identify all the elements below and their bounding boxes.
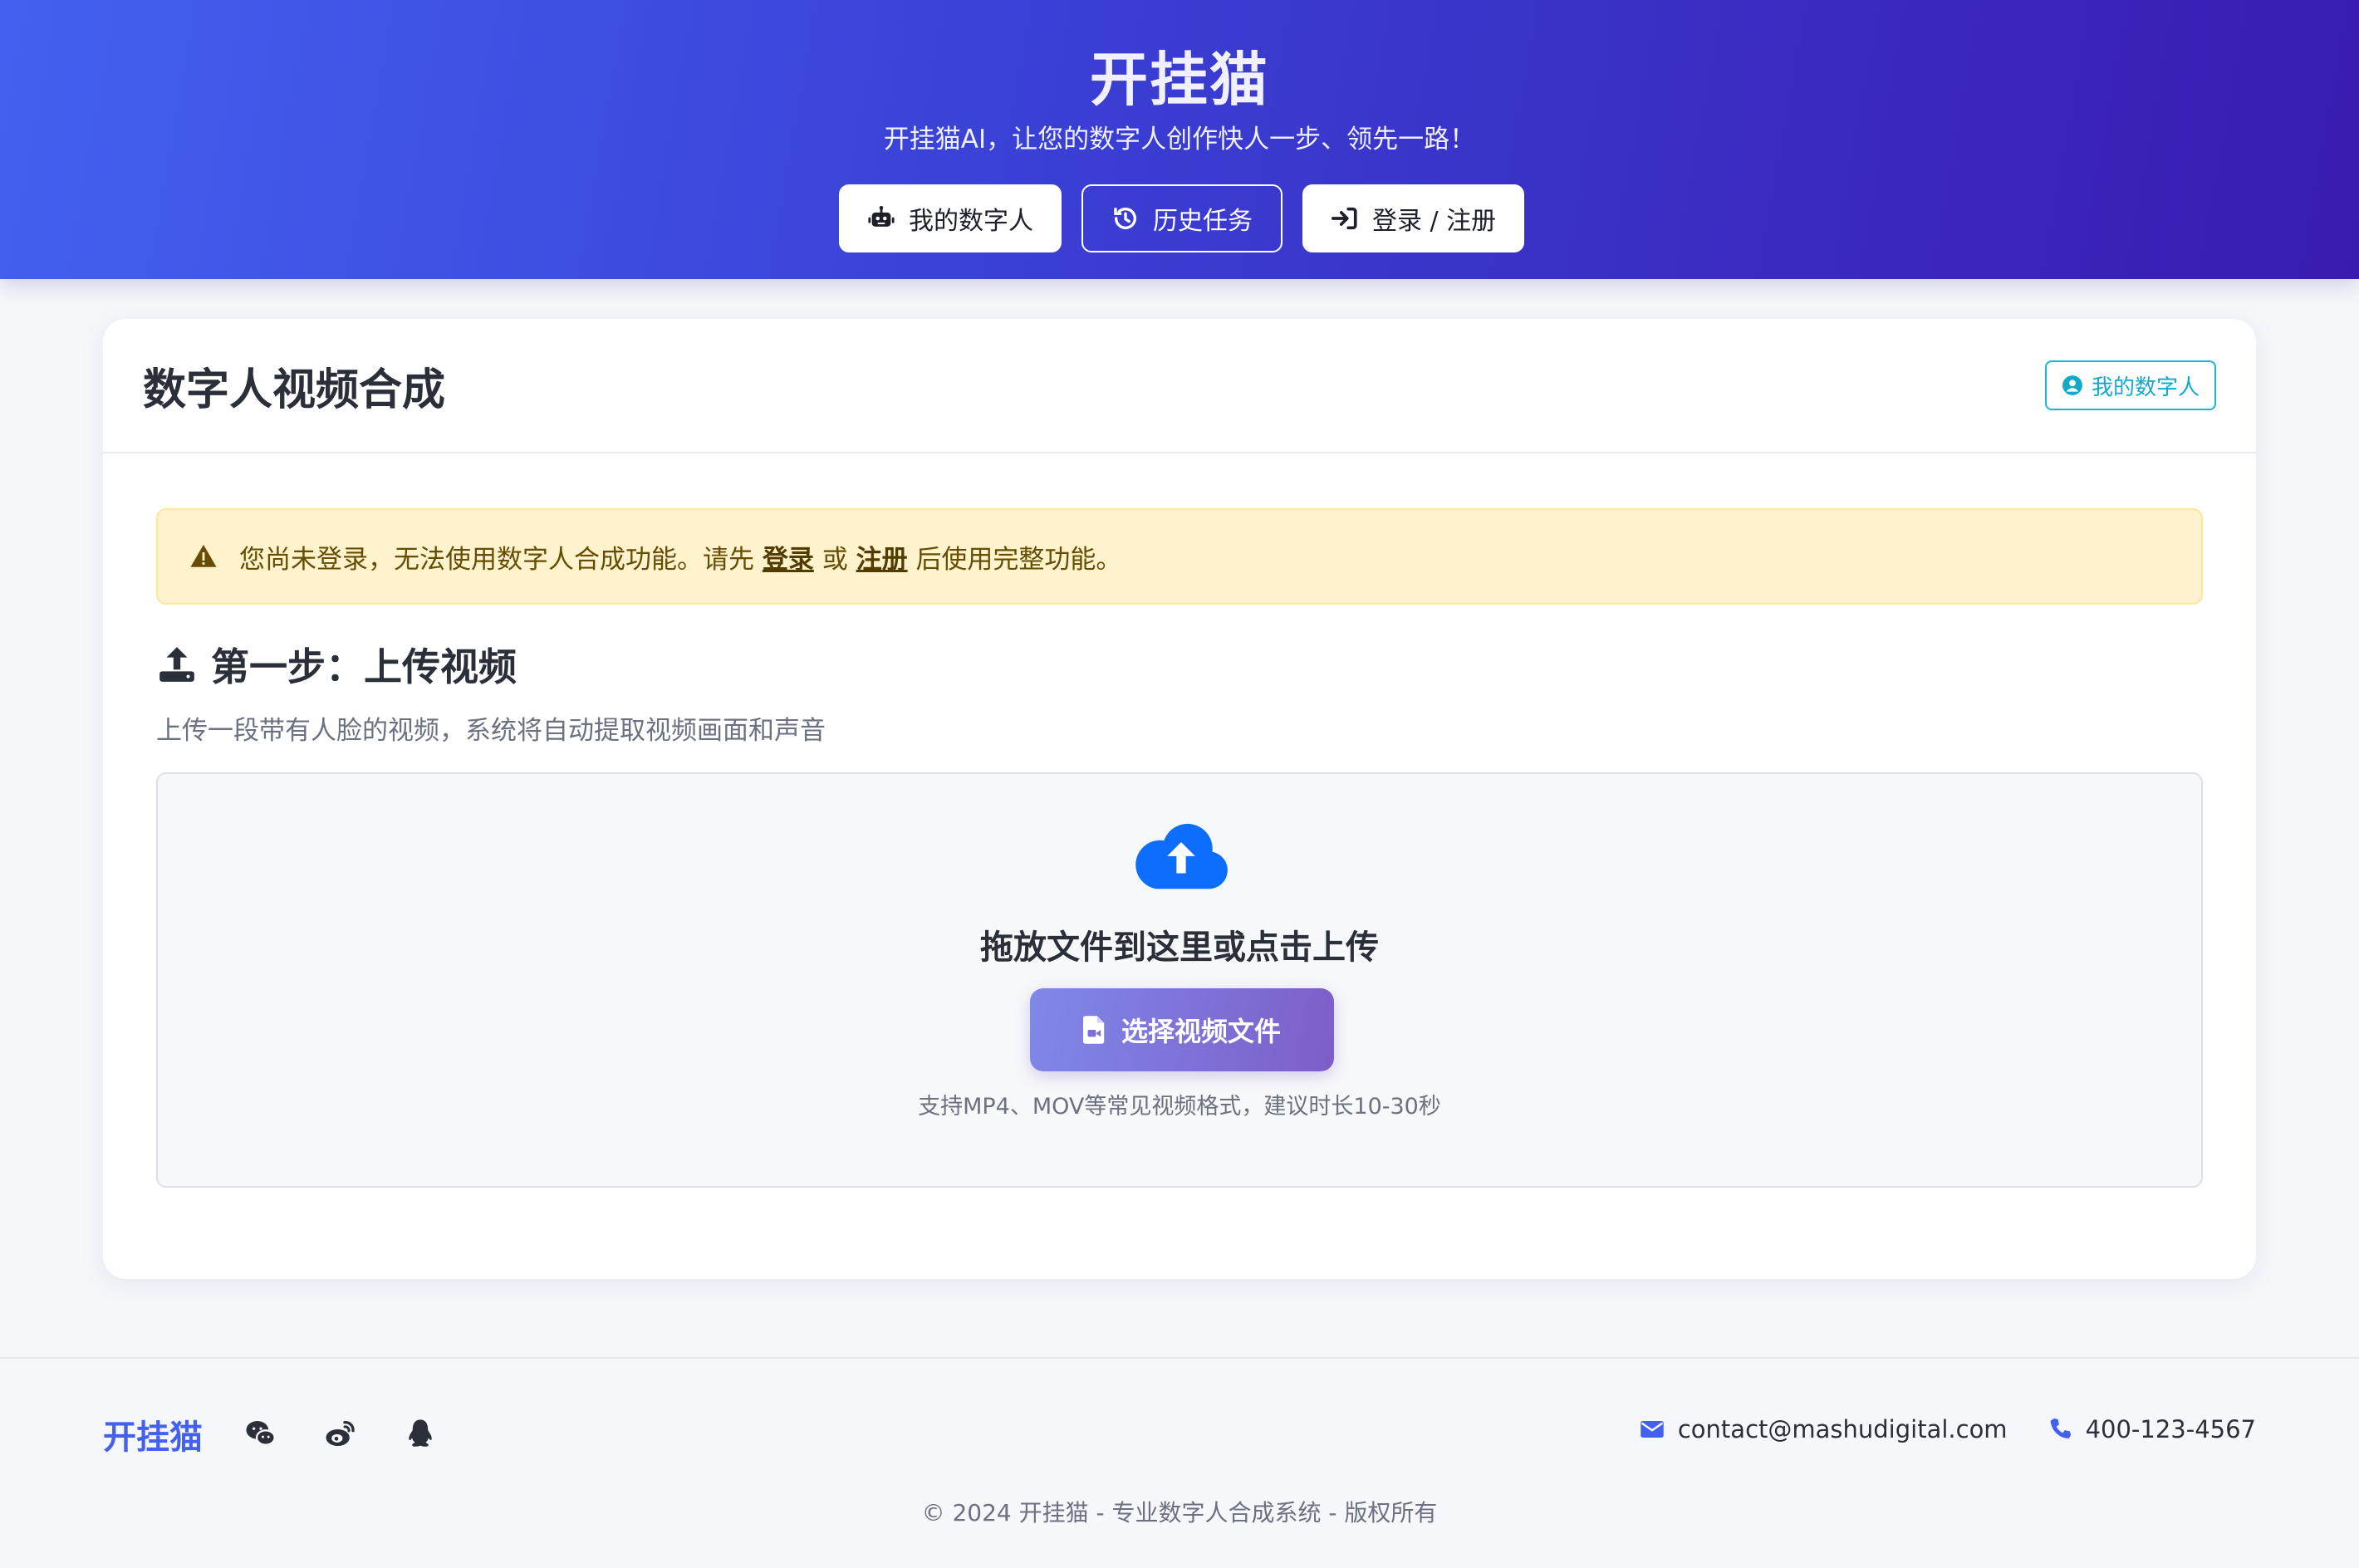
phone-text: 400-123-4567 <box>2085 1415 2256 1443</box>
alert-register-link[interactable]: 注册 <box>856 545 908 575</box>
file-video-icon <box>1082 1016 1105 1044</box>
video-synthesis-card: 数字人视频合成 我的数字人 您尚未登录，无法使用数字人合成功能。请先 登录 或 … <box>103 319 2256 1279</box>
user-circle-icon <box>2062 375 2082 395</box>
login-register-nav-button[interactable]: 登录 / 注册 <box>1302 184 1525 252</box>
nav-label: 我的数字人 <box>909 207 1033 236</box>
footer-logo: 开挂猫 <box>103 1419 203 1457</box>
step-one-title: 第一步：上传视频 <box>156 631 517 698</box>
contact-info: contact@mashudigital.com 400-123-4567 <box>1640 1415 2256 1443</box>
footer: 开挂猫 contact@mashudigital.com 400-123-456… <box>0 1357 2359 1568</box>
weibo-icon[interactable] <box>324 1417 357 1450</box>
choose-video-file-button[interactable]: 选择视频文件 <box>1030 988 1334 1071</box>
brand-tagline: 开挂猫AI，让您的数字人创作快人一步、领先一路！ <box>883 125 1476 154</box>
alert-login-link[interactable]: 登录 <box>763 545 814 575</box>
alert-suffix: 后使用完整功能。 <box>915 544 1122 575</box>
phone-contact[interactable]: 400-123-4567 <box>2048 1415 2256 1443</box>
copyright-text: © 2024 开挂猫 - 专业数字人合成系统 - 版权所有 <box>921 1499 1438 1526</box>
alert-prefix: 您尚未登录，无法使用数字人合成功能。请先 <box>239 544 754 575</box>
sign-in-icon <box>1331 207 1357 230</box>
header-nav: 我的数字人 历史任务 登录 / 注册 <box>839 184 1525 252</box>
login-warning-alert: 您尚未登录，无法使用数字人合成功能。请先 登录 或 注册 后使用完整功能。 <box>156 508 2203 605</box>
my-digital-human-button[interactable]: 我的数字人 <box>2044 360 2216 410</box>
email-contact[interactable]: contact@mashudigital.com <box>1640 1415 2008 1443</box>
alert-or: 或 <box>821 544 848 575</box>
button-label: 我的数字人 <box>2091 375 2200 400</box>
nav-label: 历史任务 <box>1153 207 1253 236</box>
alert-text: 您尚未登录，无法使用数字人合成功能。请先 登录 或 注册 后使用完整功能。 <box>239 538 1121 576</box>
card-title: 数字人视频合成 <box>143 365 446 415</box>
social-links <box>244 1417 437 1450</box>
email-text: contact@mashudigital.com <box>1677 1415 2008 1443</box>
nav-label: 登录 / 注册 <box>1372 207 1497 236</box>
cloud-upload-icon <box>1135 823 1228 889</box>
qq-icon[interactable] <box>404 1417 437 1450</box>
history-icon <box>1114 207 1137 229</box>
dropzone-text: 拖放文件到这里或点击上传 <box>980 929 1379 967</box>
card-header: 数字人视频合成 我的数字人 <box>103 319 2256 453</box>
history-tasks-nav-button[interactable]: 历史任务 <box>1081 184 1282 252</box>
my-digital-human-nav-button[interactable]: 我的数字人 <box>839 184 1062 252</box>
upload-dropzone[interactable]: 拖放文件到这里或点击上传 选择视频文件 支持MP4、MOV等常见视频格式，建议时… <box>156 772 2203 1188</box>
envelope-icon <box>1641 1421 1664 1438</box>
step-title-text: 第一步：上传视频 <box>211 644 517 689</box>
warning-icon <box>190 544 217 567</box>
wechat-icon[interactable] <box>244 1417 277 1450</box>
upload-format-hint: 支持MP4、MOV等常见视频格式，建议时长10-30秒 <box>918 1094 1441 1120</box>
upload-icon <box>159 647 194 682</box>
phone-icon <box>2050 1418 2071 1439</box>
choose-button-label: 选择视频文件 <box>1121 1016 1281 1047</box>
brand-title: 开挂猫 <box>1090 46 1269 114</box>
robot-icon <box>868 205 895 227</box>
header-banner: 开挂猫 开挂猫AI，让您的数字人创作快人一步、领先一路！ 我的数字人 历史任务 <box>0 0 2359 279</box>
step-description: 上传一段带有人脸的视频，系统将自动提取视频画面和声音 <box>156 716 826 746</box>
